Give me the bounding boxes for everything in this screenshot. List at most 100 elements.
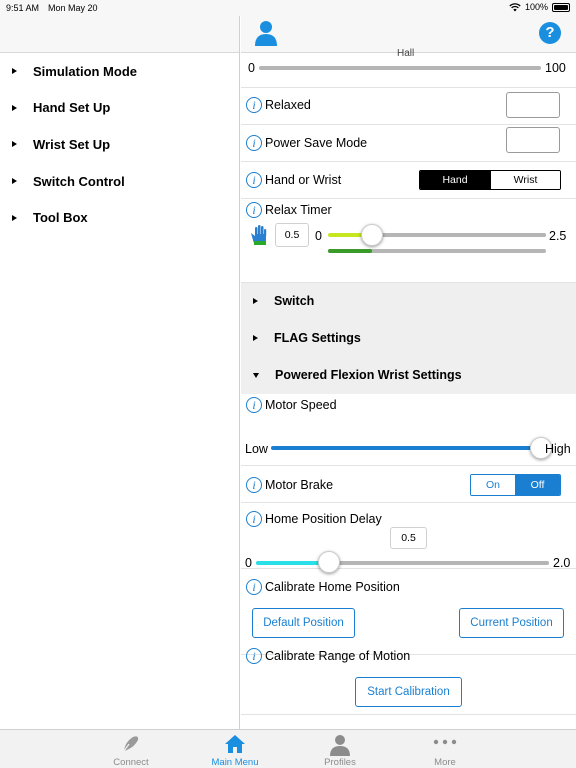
disclosure-right-icon [12, 178, 17, 185]
tab-label: More [434, 757, 456, 768]
hand-or-wrist-row: i Hand or Wrist Hand Wrist [241, 162, 576, 199]
connect-icon [123, 736, 139, 752]
relaxed-row: i Relaxed [241, 88, 576, 125]
segment-on[interactable]: On [471, 475, 516, 495]
info-icon[interactable]: i [246, 172, 262, 188]
status-bar: 9:51 AM Mon May 20 100% [0, 0, 576, 16]
disclosure-right-icon [12, 214, 17, 221]
left-menu-pane: Simulation Mode Hand Set Up Wrist Set Up… [0, 16, 240, 729]
section-flag-label: FLAG Settings [274, 331, 361, 346]
home-delay-label: Home Position Delay [265, 512, 382, 526]
tab-connect[interactable]: Connect [86, 730, 176, 768]
info-icon[interactable]: i [246, 202, 262, 218]
segment-off[interactable]: Off [515, 475, 560, 495]
info-icon[interactable]: i [246, 648, 262, 664]
top-slider-max-label: 100 [545, 61, 566, 75]
more-icon [433, 739, 457, 745]
relaxed-checkbox[interactable] [506, 92, 560, 118]
top-slider-row: Hall 0 100 [241, 48, 576, 88]
tab-label: Main Menu [211, 757, 259, 768]
relax-timer-row: i Relax Timer 0.5 0 2.5 [241, 199, 576, 283]
menu-item-label: Wrist Set Up [33, 136, 111, 152]
relax-timer-thumb[interactable] [360, 224, 383, 246]
menu-item-simulation-mode[interactable]: Simulation Mode [0, 53, 239, 90]
home-delay-min-label: 0 [245, 556, 252, 570]
section-powered-flexion-label: Powered Flexion Wrist Settings [275, 368, 462, 383]
user-icon[interactable] [255, 20, 277, 46]
calibrate-range-label: Calibrate Range of Motion [265, 649, 411, 663]
info-icon[interactable]: i [246, 511, 262, 527]
disclosure-right-icon [12, 141, 17, 148]
battery-icon [552, 2, 570, 12]
segment-hand[interactable]: Hand [420, 171, 490, 189]
menu-item-switch-control[interactable]: Switch Control [0, 163, 239, 200]
tab-label: Profiles [324, 757, 356, 768]
segment-wrist[interactable]: Wrist [490, 171, 560, 189]
hand-or-wrist-label: Hand or Wrist [265, 173, 342, 187]
motor-speed-row: i Motor Speed Low High [241, 394, 576, 466]
motor-speed-track[interactable] [271, 446, 541, 450]
calibrate-home-label: Calibrate Home Position [265, 580, 400, 594]
settings-pane: ? Hall 0 100 i Relaxed i Power Save Mode… [241, 16, 576, 729]
home-delay-row: i Home Position Delay 0.5 0 2.0 [241, 503, 576, 573]
menu-item-label: Hand Set Up [33, 100, 111, 116]
tab-bar: Connect Main Menu Profiles More [0, 729, 576, 768]
menu-item-wrist-set-up[interactable]: Wrist Set Up [0, 126, 239, 163]
menu-item-hand-set-up[interactable]: Hand Set Up [0, 90, 239, 127]
disclosure-right-icon [253, 298, 258, 305]
motor-brake-row: i Motor Brake On Off [241, 466, 576, 503]
disclosure-right-icon [12, 104, 17, 111]
tab-label: Connect [113, 757, 149, 768]
status-date: Mon May 20 [48, 3, 98, 13]
top-slider-track[interactable] [259, 66, 541, 70]
tab-more[interactable]: More [400, 730, 490, 768]
default-position-button[interactable]: Default Position [252, 608, 355, 638]
calibrate-home-row: i Calibrate Home Position Default Positi… [241, 579, 576, 655]
section-flag-settings[interactable]: FLAG Settings [241, 320, 576, 357]
home-delay-max-label: 2.0 [553, 556, 571, 570]
disclosure-down-icon [253, 372, 259, 378]
home-delay-value[interactable]: 0.5 [390, 527, 427, 549]
info-icon[interactable]: i [246, 477, 262, 493]
tab-main-menu[interactable]: Main Menu [190, 730, 280, 768]
info-icon[interactable]: i [246, 135, 262, 151]
tab-profiles[interactable]: Profiles [295, 730, 385, 768]
motor-speed-label: Motor Speed [265, 398, 337, 412]
info-icon[interactable]: i [246, 397, 262, 413]
relax-timer-value[interactable]: 0.5 [275, 223, 309, 247]
relax-timer-max-label: 2.5 [549, 229, 567, 243]
start-calibration-button[interactable]: Start Calibration [355, 677, 462, 707]
status-right: 100% [509, 2, 570, 12]
motor-brake-segmented: On Off [470, 474, 561, 496]
home-delay-thumb[interactable] [318, 551, 341, 573]
profile-icon [330, 735, 350, 756]
section-powered-flexion[interactable]: Powered Flexion Wrist Settings [241, 357, 576, 394]
hand-icon [251, 225, 267, 245]
top-slider-min-label: 0 [248, 61, 255, 75]
relax-progress-fill [328, 249, 372, 253]
section-switch-label: Switch [274, 294, 315, 309]
relaxed-label: Relaxed [265, 98, 311, 112]
menu-item-label: Tool Box [33, 210, 88, 226]
menu-item-label: Switch Control [33, 173, 125, 189]
info-icon[interactable]: i [246, 97, 262, 113]
top-slider-partial-label: Hall [397, 48, 415, 59]
status-time: 9:51 AM [6, 3, 40, 13]
battery-percent: 100% [524, 2, 548, 12]
calibrate-range-row: i Calibrate Range of Motion Start Calibr… [241, 648, 576, 715]
motor-speed-max-label: High [545, 442, 571, 456]
menu-item-label: Simulation Mode [33, 63, 137, 79]
info-icon[interactable]: i [246, 579, 262, 595]
motor-brake-label: Motor Brake [265, 478, 334, 492]
motor-speed-min-label: Low [245, 442, 268, 456]
disclosure-right-icon [12, 68, 17, 75]
current-position-button[interactable]: Current Position [459, 608, 564, 638]
power-save-checkbox[interactable] [506, 127, 560, 153]
section-switch[interactable]: Switch [241, 283, 576, 320]
hand-or-wrist-segmented: Hand Wrist [419, 170, 561, 190]
relax-timer-track-remaining [377, 233, 546, 237]
relax-timer-min-label: 0 [315, 229, 322, 243]
menu-item-tool-box[interactable]: Tool Box [0, 199, 239, 236]
help-icon[interactable]: ? [539, 22, 561, 44]
disclosure-right-icon [253, 335, 258, 342]
